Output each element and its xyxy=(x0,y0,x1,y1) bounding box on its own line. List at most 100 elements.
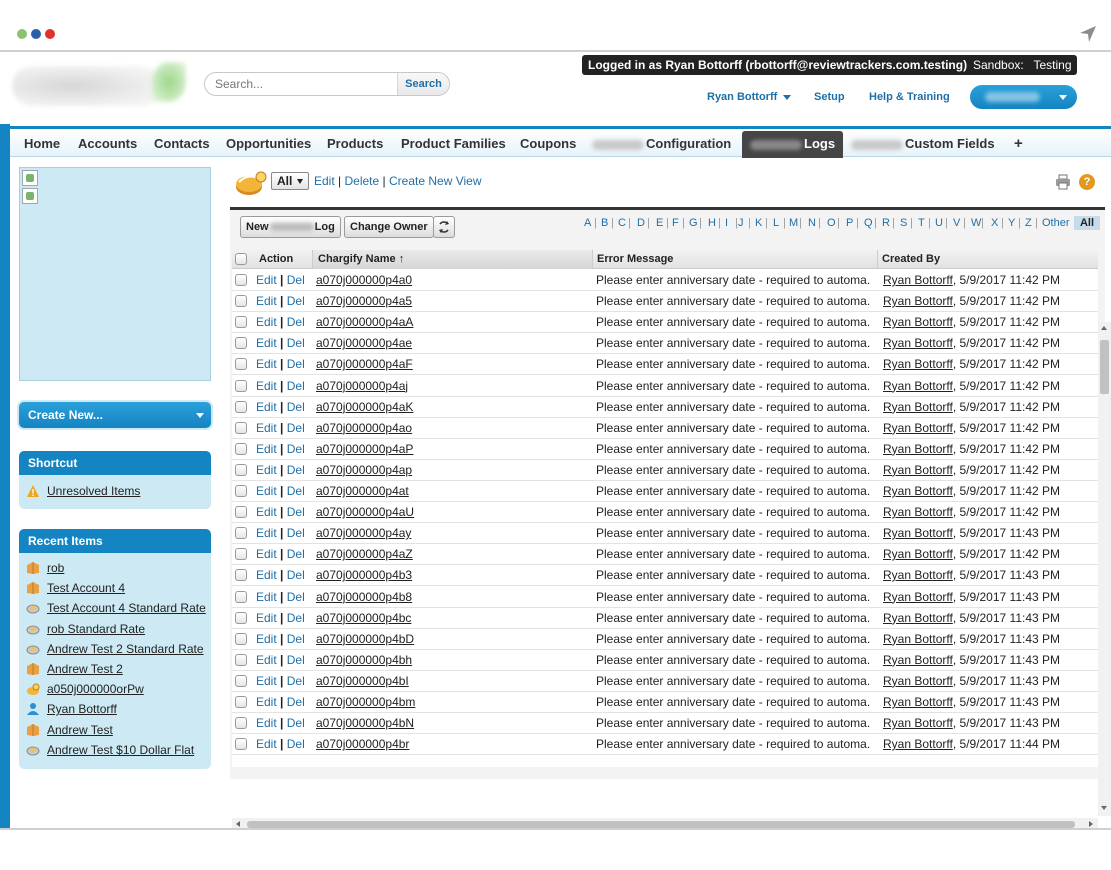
row-delete-link[interactable]: Del xyxy=(287,674,305,688)
row-name-link[interactable]: a070j000000p4ay xyxy=(316,526,411,540)
edit-view-link[interactable]: Edit xyxy=(314,174,335,188)
row-edit-link[interactable]: Edit xyxy=(256,463,277,477)
row-edit-link[interactable]: Edit xyxy=(256,716,277,730)
row-user-link[interactable]: Ryan Bottorff xyxy=(883,336,953,350)
row-checkbox[interactable] xyxy=(235,485,247,497)
horizontal-scroll-thumb[interactable] xyxy=(247,821,1075,828)
row-edit-link[interactable]: Edit xyxy=(256,336,277,350)
row-user-link[interactable]: Ryan Bottorff xyxy=(883,674,953,688)
row-delete-link[interactable]: Del xyxy=(287,695,305,709)
alpha-filter-q[interactable]: Q xyxy=(864,216,873,230)
alpha-filter-e[interactable]: E xyxy=(656,216,663,230)
row-user-link[interactable]: Ryan Bottorff xyxy=(883,357,953,371)
row-user-link[interactable]: Ryan Bottorff xyxy=(883,526,953,540)
row-checkbox[interactable] xyxy=(235,463,247,476)
recent-item-link[interactable]: Test Account 4 Standard Rate xyxy=(47,601,206,615)
user-menu[interactable]: Ryan Bottorff xyxy=(707,91,792,103)
row-name-link[interactable]: a070j000000p4bc xyxy=(316,611,411,625)
row-name-link[interactable]: a070j000000p4ae xyxy=(316,336,412,350)
row-edit-link[interactable]: Edit xyxy=(256,695,277,709)
row-name-link[interactable]: a070j000000p4aZ xyxy=(316,547,413,561)
row-checkbox[interactable] xyxy=(235,653,247,666)
row-checkbox[interactable] xyxy=(235,442,247,455)
row-edit-link[interactable]: Edit xyxy=(256,273,277,287)
printer-icon[interactable] xyxy=(1055,174,1071,190)
alpha-filter-r[interactable]: R xyxy=(882,216,890,230)
row-user-link[interactable]: Ryan Bottorff xyxy=(883,653,953,667)
help-icon[interactable]: ? xyxy=(1079,174,1095,190)
row-checkbox[interactable] xyxy=(235,548,247,561)
vertical-scroll-thumb[interactable] xyxy=(1100,340,1109,394)
row-name-link[interactable]: a070j000000p4a0 xyxy=(316,273,412,287)
row-user-link[interactable]: Ryan Bottorff xyxy=(883,505,953,519)
alpha-filter-m[interactable]: M xyxy=(789,216,798,230)
search-button[interactable]: Search xyxy=(397,73,449,95)
row-name-link[interactable]: a070j000000p4aK xyxy=(316,400,413,414)
row-edit-link[interactable]: Edit xyxy=(256,294,277,308)
row-edit-link[interactable]: Edit xyxy=(256,400,277,414)
row-user-link[interactable]: Ryan Bottorff xyxy=(883,590,953,604)
window-dot-green[interactable] xyxy=(17,29,27,39)
recent-item-link[interactable]: a050j000000orPw xyxy=(47,682,144,696)
alpha-filter-other[interactable]: Other xyxy=(1042,216,1070,230)
row-checkbox[interactable] xyxy=(235,358,247,371)
select-all-checkbox[interactable] xyxy=(235,253,247,265)
row-delete-link[interactable]: Del xyxy=(287,484,305,498)
scroll-left-icon[interactable] xyxy=(236,821,240,827)
row-checkbox[interactable] xyxy=(235,316,247,329)
row-delete-link[interactable]: Del xyxy=(287,463,305,477)
unresolved-items-link[interactable]: Unresolved Items xyxy=(47,484,140,498)
row-delete-link[interactable]: Del xyxy=(287,273,305,287)
alpha-filter-z[interactable]: Z xyxy=(1025,216,1032,230)
recent-item-link[interactable]: Andrew Test 2 Standard Rate xyxy=(47,642,204,656)
refresh-button[interactable] xyxy=(433,216,455,238)
row-edit-link[interactable]: Edit xyxy=(256,611,277,625)
row-delete-link[interactable]: Del xyxy=(287,716,305,730)
window-dot-blue[interactable] xyxy=(31,29,41,39)
change-owner-button[interactable]: Change Owner xyxy=(344,216,434,238)
tab-product-families[interactable]: Product Families xyxy=(401,133,506,157)
row-name-link[interactable]: a070j000000p4aA xyxy=(316,315,413,329)
row-user-link[interactable]: Ryan Bottorff xyxy=(883,737,953,751)
alpha-filter-n[interactable]: N xyxy=(808,216,816,230)
row-name-link[interactable]: a070j000000p4br xyxy=(316,737,409,751)
row-checkbox[interactable] xyxy=(235,379,247,392)
scroll-down-icon[interactable] xyxy=(1101,806,1107,810)
recent-item-link[interactable]: Andrew Test xyxy=(47,723,113,737)
row-checkbox[interactable] xyxy=(235,590,247,603)
row-edit-link[interactable]: Edit xyxy=(256,590,277,604)
scroll-right-icon[interactable] xyxy=(1089,821,1093,827)
row-name-link[interactable]: a070j000000p4aU xyxy=(316,505,414,519)
row-delete-link[interactable]: Del xyxy=(287,315,305,329)
alpha-filter-f[interactable]: F xyxy=(672,216,679,230)
tab-custom-fields[interactable]: Custom Fields xyxy=(851,133,995,157)
row-delete-link[interactable]: Del xyxy=(287,379,305,393)
row-checkbox[interactable] xyxy=(235,421,247,434)
tab-add[interactable]: + xyxy=(1014,133,1023,157)
row-user-link[interactable]: Ryan Bottorff xyxy=(883,315,953,329)
row-edit-link[interactable]: Edit xyxy=(256,421,277,435)
alpha-filter-s[interactable]: S xyxy=(900,216,907,230)
alpha-filter-o[interactable]: O xyxy=(827,216,836,230)
row-edit-link[interactable]: Edit xyxy=(256,653,277,667)
alpha-filter-k[interactable]: K xyxy=(755,216,762,230)
setup-link[interactable]: Setup xyxy=(814,91,845,103)
row-name-link[interactable]: a070j000000p4b8 xyxy=(316,590,412,604)
column-header-error[interactable]: Error Message xyxy=(597,250,673,269)
row-delete-link[interactable]: Del xyxy=(287,568,305,582)
row-edit-link[interactable]: Edit xyxy=(256,568,277,582)
row-user-link[interactable]: Ryan Bottorff xyxy=(883,695,953,709)
alpha-filter-u[interactable]: U xyxy=(935,216,943,230)
alpha-filter-v[interactable]: V xyxy=(953,216,960,230)
tab-logs[interactable]: Logs xyxy=(742,131,844,158)
recent-item-link[interactable]: Andrew Test 2 xyxy=(47,662,123,676)
row-name-link[interactable]: a070j000000p4at xyxy=(316,484,409,498)
row-edit-link[interactable]: Edit xyxy=(256,379,277,393)
row-delete-link[interactable]: Del xyxy=(287,632,305,646)
create-new-dropdown[interactable]: Create New... xyxy=(19,402,211,428)
tab-accounts[interactable]: Accounts xyxy=(78,133,137,157)
alpha-filter-g[interactable]: G xyxy=(689,216,698,230)
alpha-filter-y[interactable]: Y xyxy=(1008,216,1015,230)
alpha-filter-a[interactable]: A xyxy=(584,216,591,230)
row-delete-link[interactable]: Del xyxy=(287,294,305,308)
